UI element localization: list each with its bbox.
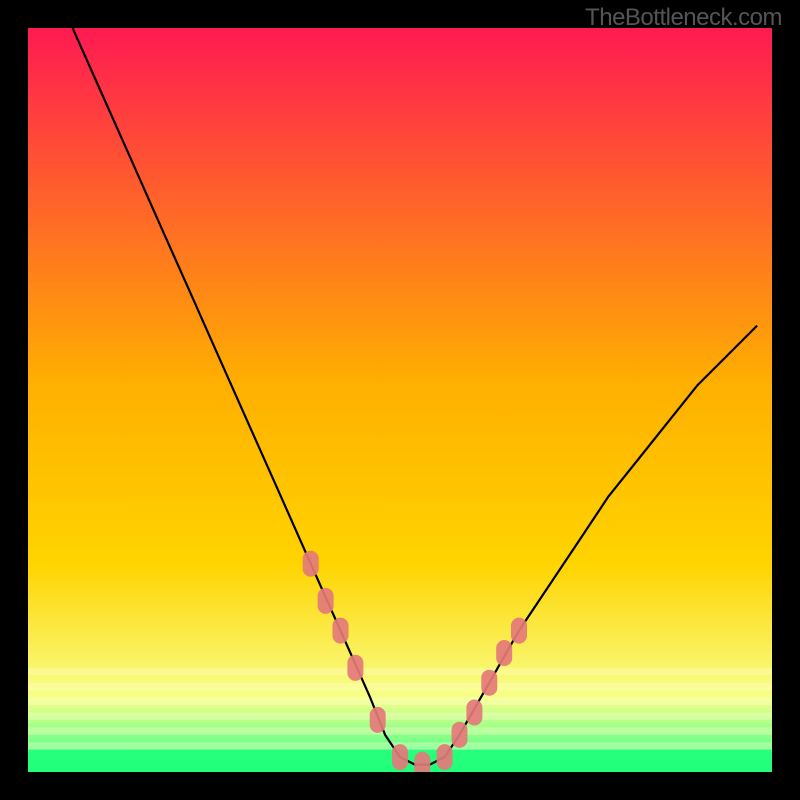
marker-point [370,707,386,733]
marker-point [414,752,430,772]
watermark-text: TheBottleneck.com [585,4,782,32]
marker-point [452,722,468,748]
marker-point [347,655,363,681]
bottleneck-chart [28,28,772,772]
marker-point [303,551,319,577]
plot-area [28,28,772,772]
marker-point [496,640,512,666]
gradient-background [28,28,772,772]
chart-frame: TheBottleneck.com [0,0,800,800]
marker-point [466,700,482,726]
marker-point [392,744,408,770]
marker-point [333,618,349,644]
marker-point [318,588,334,614]
marker-point [437,744,453,770]
marker-point [481,670,497,696]
marker-point [511,618,527,644]
